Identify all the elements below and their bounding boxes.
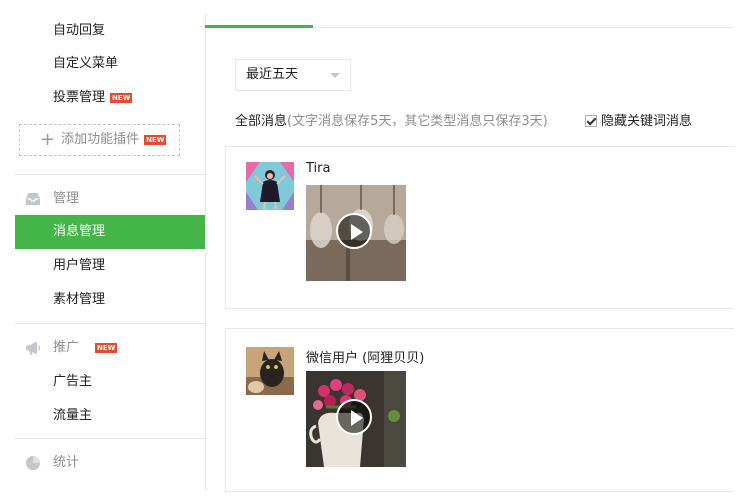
new-badge: NEW — [110, 92, 133, 103]
sidebar-item-material-management[interactable]: 素材管理 — [15, 283, 205, 317]
section-title: 统计 — [53, 455, 80, 470]
play-icon — [336, 399, 372, 435]
date-range-dropdown[interactable]: 最近五天 — [235, 59, 351, 91]
avatar[interactable] — [246, 347, 294, 395]
megaphone-icon — [26, 341, 41, 355]
hide-keyword-label: 隐藏关键词消息 — [601, 114, 693, 129]
hide-keyword-checkbox[interactable] — [585, 115, 597, 127]
sidebar-section-statistics[interactable]: 统计 — [15, 447, 205, 479]
sidebar-item-vote-management[interactable]: 投票管理 NEW — [15, 81, 205, 115]
sidebar-item-label: 投票管理 — [53, 90, 106, 105]
pie-chart-icon — [26, 456, 40, 470]
sidebar-item-label: 用户管理 — [53, 258, 106, 273]
chevron-down-icon — [330, 73, 340, 78]
video-message[interactable] — [306, 371, 406, 467]
add-plugin-label: 添加功能插件 — [61, 132, 140, 147]
main-content: 最近五天 全部消息(文字消息保存5天，其它类型消息只保存3天) 隐藏关键词消息 … — [205, 14, 734, 492]
message-item: 微信用户 (阿狸贝贝) — [225, 328, 734, 492]
plus-icon: + — [40, 129, 56, 150]
sidebar-item-auto-reply[interactable]: 自动回复 — [15, 14, 205, 48]
sidebar-item-label: 流量主 — [53, 408, 93, 423]
sidebar-item-custom-menu[interactable]: 自定义菜单 — [15, 47, 205, 81]
sidebar-item-user-management[interactable]: 用户管理 — [15, 249, 205, 283]
new-badge: NEW — [144, 134, 167, 145]
sidebar-item-label: 素材管理 — [53, 292, 106, 307]
video-message[interactable] — [306, 185, 406, 281]
sidebar-item-message-management[interactable]: 消息管理 — [15, 215, 205, 249]
sidebar-item-label: 自动回复 — [53, 23, 106, 38]
sidebar: 自动回复 自定义菜单 投票管理 NEW + 添加功能插件 NEW 管理 消息管理 用户… — [15, 14, 206, 490]
all-messages-label: 全部消息 — [235, 114, 288, 129]
sidebar-item-advertiser[interactable]: 广告主 — [15, 365, 205, 399]
sidebar-divider — [15, 438, 205, 439]
inbox-icon — [26, 193, 40, 205]
sidebar-item-label: 广告主 — [53, 374, 93, 389]
hide-keyword-toggle[interactable]: 隐藏关键词消息 — [585, 110, 692, 129]
section-title: 管理 — [53, 191, 80, 206]
sidebar-divider — [15, 174, 205, 175]
sender-name[interactable]: 微信用户 (阿狸贝贝) — [306, 347, 424, 366]
sidebar-section-manage: 管理 — [15, 183, 205, 215]
avatar[interactable] — [246, 162, 294, 210]
sidebar-item-label: 消息管理 — [53, 224, 106, 239]
play-icon — [336, 213, 372, 249]
sender-name[interactable]: Tira — [306, 161, 330, 176]
sidebar-item-label: 自定义菜单 — [53, 56, 119, 71]
new-badge: NEW — [95, 342, 118, 353]
message-item: Tira — [225, 146, 734, 309]
sidebar-divider — [15, 323, 205, 324]
active-tab-indicator[interactable] — [205, 25, 313, 28]
sidebar-item-traffic-owner[interactable]: 流量主 — [15, 399, 205, 433]
dropdown-value: 最近五天 — [246, 67, 299, 82]
section-title: 推广 — [53, 340, 80, 355]
message-filter-label: 全部消息(文字消息保存5天，其它类型消息只保存3天) — [235, 110, 548, 129]
sidebar-section-promotion: 推广 NEW — [15, 332, 205, 364]
add-plugin-button[interactable]: + 添加功能插件 NEW — [19, 124, 180, 156]
retention-note: (文字消息保存5天，其它类型消息只保存3天) — [287, 114, 548, 129]
